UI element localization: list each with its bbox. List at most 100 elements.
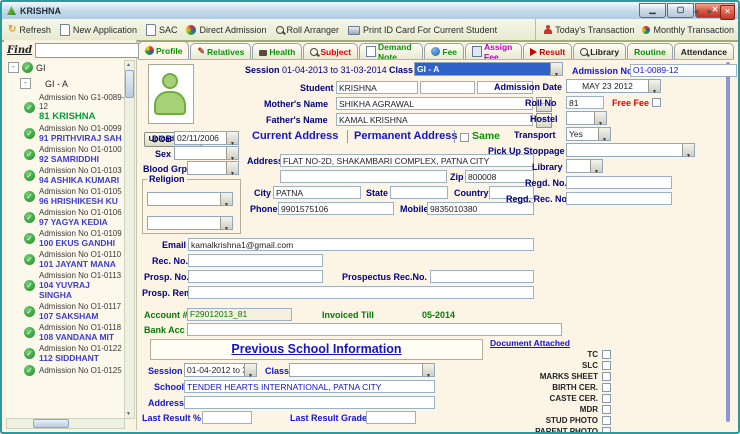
todays-transaction-button[interactable]: Today's Transaction (544, 25, 634, 35)
religion-select[interactable] (147, 192, 233, 206)
sac-button[interactable]: SAC (146, 24, 178, 36)
tab-nav-arrows-icon[interactable]: ◄ ► (692, 7, 716, 16)
hostel-select[interactable] (566, 111, 607, 125)
scroll-thumb[interactable] (33, 419, 69, 428)
tab-close-icon[interactable] (720, 5, 735, 20)
prosp-rem-field[interactable] (188, 286, 534, 299)
mother-name-field[interactable] (336, 97, 533, 110)
father-name-field[interactable] (336, 113, 533, 126)
tab-attendance[interactable]: Attendance (674, 43, 734, 59)
phone-field[interactable] (278, 202, 394, 215)
minimize-button[interactable]: ▁ (639, 3, 666, 18)
new-application-button[interactable]: New Application (60, 24, 137, 36)
pickup-stoppage-select[interactable] (566, 143, 695, 157)
blood-group-select[interactable] (187, 161, 239, 175)
sidebar-vertical-scrollbar[interactable]: ▲ ▼ (124, 60, 135, 419)
chevron-down-icon[interactable] (226, 162, 238, 174)
tab-assign-fee[interactable]: Assign Fee (465, 43, 522, 59)
print-id-card-button[interactable]: Print ID Card For Current Student (348, 24, 497, 35)
chevron-down-icon[interactable] (594, 112, 606, 124)
collapse-icon[interactable] (20, 78, 31, 89)
transport-select[interactable]: Yes (566, 127, 611, 141)
prev-address-field[interactable] (184, 396, 435, 409)
collapse-icon[interactable] (8, 62, 19, 73)
doc-tc-checkbox[interactable] (602, 350, 611, 359)
prosp-no-field[interactable] (188, 270, 323, 283)
student-item[interactable]: Admission No G1-0089-1281 KRISHNA (6, 92, 125, 123)
student-item[interactable]: Admission No O1-0125 (6, 364, 125, 377)
student-item[interactable]: Admission No O1-010092 SAMRIDDHI (6, 144, 125, 165)
tab-routine[interactable]: Routine (627, 43, 673, 59)
tab-health[interactable]: Health (252, 43, 302, 59)
student-item[interactable]: Admission No O1-0110101 JAYANT MANA (6, 249, 125, 270)
chevron-down-icon[interactable] (682, 144, 694, 156)
doc-stud-photo-checkbox[interactable] (602, 416, 611, 425)
city-field[interactable] (273, 186, 361, 199)
last-grade-field[interactable] (366, 411, 416, 424)
student-item[interactable]: Admission No O1-0117107 SAKSHAM (6, 301, 125, 322)
sidebar-horizontal-scrollbar[interactable] (6, 418, 125, 429)
tab-fee[interactable]: Fee (424, 43, 464, 59)
dob-select[interactable]: 02/11/2006 (174, 131, 239, 145)
chevron-down-icon[interactable] (226, 147, 238, 159)
prospectus-rec-field[interactable] (430, 270, 534, 283)
prev-school-field[interactable] (184, 380, 435, 393)
bank-acc-field[interactable] (187, 323, 562, 336)
student-item[interactable]: Admission No O1-0113104 YUVRAJ SINGHA (6, 270, 125, 301)
class-select[interactable]: GI - A (414, 62, 563, 76)
email-field[interactable] (188, 238, 534, 251)
refresh-button[interactable]: ↻Refresh (8, 24, 51, 35)
chevron-down-icon[interactable] (220, 193, 232, 205)
find-input[interactable] (35, 43, 139, 58)
admission-date-select[interactable]: MAY 23 2012 (566, 79, 661, 93)
chevron-down-icon[interactable] (598, 128, 610, 140)
chevron-down-icon[interactable] (220, 217, 232, 229)
student-item[interactable]: Admission No O1-010697 YAGYA KEDIA (6, 207, 125, 228)
student-item[interactable]: Admission No O1-0118108 VANDANA MIT (6, 322, 125, 343)
doc-birth-cer-checkbox[interactable] (602, 383, 611, 392)
chevron-down-icon[interactable] (648, 80, 660, 92)
prev-class-select[interactable] (289, 363, 435, 377)
roll-arranger-button[interactable]: Roll Arranger (276, 25, 340, 35)
roll-no-field[interactable] (566, 96, 604, 109)
current-address-tab[interactable]: Current Address (252, 130, 338, 142)
chevron-down-icon[interactable] (590, 160, 602, 172)
tab-result[interactable]: Result (523, 43, 572, 59)
library-select[interactable] (566, 159, 603, 173)
same-address-checkbox[interactable] (460, 133, 469, 142)
scroll-up-icon[interactable]: ▲ (125, 61, 132, 69)
regd-no-field[interactable] (566, 176, 672, 189)
last-result-field[interactable] (202, 411, 252, 424)
permanent-address-tab[interactable]: Permanent Address (354, 130, 458, 142)
tab-relatives[interactable]: ✎Relatives (190, 43, 251, 59)
scroll-thumb[interactable] (125, 70, 134, 98)
state-field[interactable] (390, 186, 448, 199)
student-item[interactable]: Admission No O1-009991 PRITHVIRAJ SAH (6, 123, 125, 144)
doc-mdr-checkbox[interactable] (602, 405, 611, 414)
student-middle-name-field[interactable] (420, 81, 475, 94)
chevron-down-icon[interactable] (550, 63, 562, 75)
prev-session-select[interactable]: 01-04-2012 to 3 (184, 363, 257, 377)
student-item[interactable]: Admission No O1-0109100 EKUS GANDHI (6, 228, 125, 249)
tab-profile[interactable]: Profile (138, 41, 189, 59)
tab-demand-note[interactable]: Demand Note (359, 43, 423, 59)
direct-admission-button[interactable]: Direct Admission (186, 25, 266, 35)
student-first-name-field[interactable] (336, 81, 418, 94)
address-line2-field[interactable] (280, 170, 447, 183)
doc-parent-photo-checkbox[interactable] (602, 427, 611, 434)
student-item[interactable]: Admission No O1-010596 HRISHIKESH KU (6, 186, 125, 207)
main-scrollbar[interactable] (726, 62, 730, 422)
chevron-down-icon[interactable] (244, 364, 256, 376)
caste-select[interactable] (147, 216, 233, 230)
doc-slc-checkbox[interactable] (602, 361, 611, 370)
sex-select[interactable] (174, 146, 239, 160)
tree-root-gi[interactable]: GI (6, 60, 125, 75)
tab-library[interactable]: Library (573, 43, 626, 59)
tree-group-gi-a[interactable]: GI - A (6, 75, 125, 92)
monthly-transaction-button[interactable]: Monthly Transaction (642, 25, 734, 35)
free-fee-checkbox[interactable] (652, 98, 661, 107)
scroll-down-icon[interactable]: ▼ (125, 410, 132, 418)
chevron-down-icon[interactable] (422, 364, 434, 376)
maximize-button[interactable]: ▢ (667, 3, 694, 18)
regd-rec-no-field[interactable] (566, 192, 672, 205)
